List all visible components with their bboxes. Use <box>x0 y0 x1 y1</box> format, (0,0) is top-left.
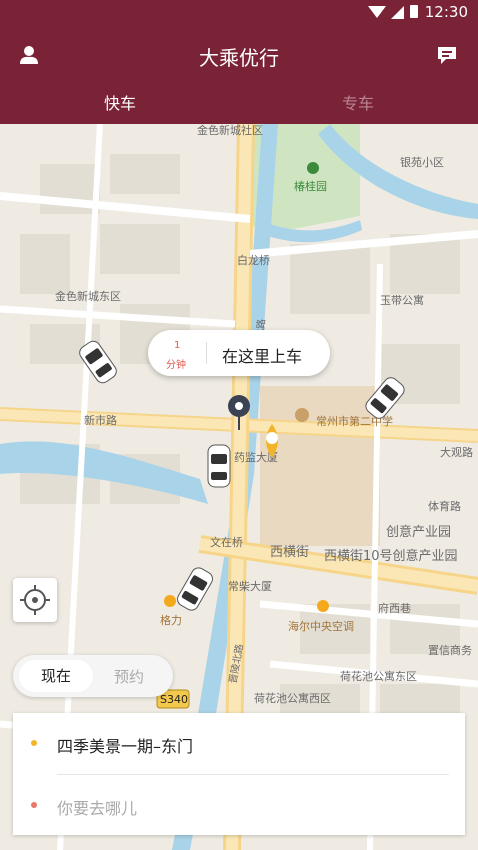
map-label: 荷花池公寓西区 <box>254 691 331 705</box>
map-label: 新市路 <box>84 413 117 427</box>
map-label: 白龙桥 <box>237 253 270 267</box>
pickup-bubble[interactable]: 1 分钟 在这里上车 <box>148 330 330 376</box>
app-header: 大乘优行 快车 专车 <box>0 24 478 124</box>
status-time: 12:30 <box>424 3 468 21</box>
wifi-icon <box>368 6 386 18</box>
map-label: 荷花池公寓东区 <box>340 669 417 683</box>
start-dot-icon <box>31 740 37 746</box>
map-label: 金色新城东区 <box>55 289 121 303</box>
map-label: 大观路 <box>440 445 473 459</box>
address-card: 四季美景一期–东门 你要去哪儿 <box>13 713 465 835</box>
pickup-label: 在这里上车 <box>222 347 303 366</box>
map-label: 常柴大厦 <box>228 579 272 593</box>
tab-express[interactable]: 快车 <box>104 90 136 114</box>
car-icon <box>207 444 231 488</box>
destination-dot-icon <box>31 802 37 808</box>
map-label: 府西巷 <box>378 601 411 615</box>
map-label: 格力 <box>160 613 182 627</box>
start-address: 四季美景一期–东门 <box>57 737 194 756</box>
status-bar: 12:30 <box>0 0 478 24</box>
map-label: 玉带公寓 <box>380 293 424 307</box>
map-label: 椿桂园 <box>294 179 327 193</box>
eta-value: 1 <box>174 340 181 351</box>
bubble-divider <box>206 342 207 364</box>
school-poi-icon <box>295 408 309 422</box>
park-poi-icon <box>307 162 319 174</box>
time-toggle: 现在 预约 <box>13 655 173 697</box>
now-button[interactable]: 现在 <box>19 660 93 692</box>
svg-text:S340: S340 <box>160 693 188 706</box>
start-address-row[interactable]: 四季美景一期–东门 <box>13 713 465 773</box>
school-area <box>260 386 380 546</box>
map-label: 体育路 <box>428 499 461 513</box>
locate-icon <box>20 585 50 615</box>
battery-icon <box>410 5 418 18</box>
shop-poi-icon <box>164 595 176 607</box>
map-label: 海尔中央空调 <box>288 619 354 633</box>
eta-unit: 分钟 <box>166 360 186 371</box>
map-label: 银苑小区 <box>400 155 444 169</box>
map-label: 创意产业园 <box>386 524 451 540</box>
tab-premium[interactable]: 专车 <box>342 90 374 114</box>
shop-poi-icon <box>317 600 329 612</box>
destination-row[interactable]: 你要去哪儿 <box>13 775 465 835</box>
schedule-button[interactable]: 预约 <box>109 666 149 687</box>
signal-icon <box>391 6 404 19</box>
map-label: 西横街10号创意产业园 <box>324 548 458 564</box>
map-label: 置信商务 <box>428 643 472 657</box>
map-label: 西横街 <box>270 545 309 560</box>
message-icon[interactable] <box>436 44 458 66</box>
destination-input[interactable]: 你要去哪儿 <box>57 795 137 819</box>
locate-button[interactable] <box>13 578 57 622</box>
app-title: 大乘优行 <box>199 46 279 70</box>
map-label: 金色新城社区 <box>197 124 263 137</box>
map-label: 文在桥 <box>210 535 243 549</box>
